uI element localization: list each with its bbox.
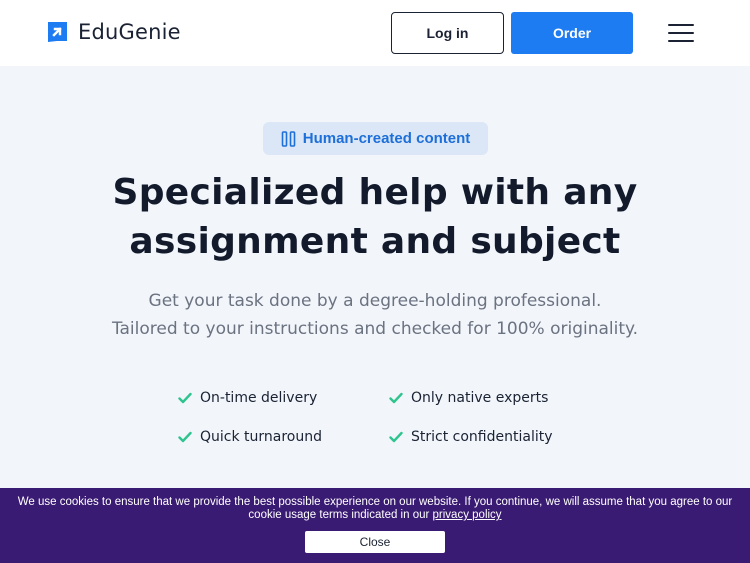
brand-logo[interactable]: EduGenie	[45, 20, 181, 44]
pencil-icon	[281, 130, 296, 147]
feature-label: Quick turnaround	[200, 429, 323, 445]
check-icon	[389, 392, 403, 404]
subhead-line-1: Get your task done by a degree-holding p…	[148, 291, 602, 311]
cookie-message: We use cookies to ensure that we provide…	[10, 496, 740, 522]
cookie-banner: We use cookies to ensure that we provide…	[0, 488, 750, 563]
brand-name: EduGenie	[78, 20, 181, 44]
headline-line-1: Specialized help with any	[112, 172, 638, 213]
feature-label: On-time delivery	[200, 390, 318, 406]
check-icon	[178, 431, 192, 443]
badge-label: Human-created content	[302, 130, 471, 147]
cookie-message-text: We use cookies to ensure that we provide…	[17, 496, 733, 521]
order-button[interactable]: Order	[511, 12, 633, 54]
headline-line-2: assignment and subject	[129, 221, 621, 262]
human-content-badge: Human-created content	[263, 122, 488, 155]
feature-item: Strict confidentiality	[389, 429, 553, 445]
hero-subheading: Get your task done by a degree-holding p…	[0, 287, 750, 343]
subhead-line-2: Tailored to your instructions and checke…	[111, 319, 639, 339]
feature-item: On-time delivery	[178, 390, 317, 406]
cookie-close-button[interactable]: Close	[305, 531, 445, 553]
feature-item: Only native experts	[389, 390, 548, 406]
hamburger-menu-icon[interactable]	[668, 22, 696, 44]
check-icon	[178, 392, 192, 404]
check-icon	[389, 431, 403, 443]
hero-headline: Specialized help with any assignment and…	[0, 168, 750, 266]
feature-label: Strict confidentiality	[411, 429, 553, 445]
feature-item: Quick turnaround	[178, 429, 322, 445]
logo-icon	[48, 22, 67, 42]
site-header: EduGenie Log in Order	[0, 0, 750, 66]
feature-label: Only native experts	[411, 390, 549, 406]
privacy-policy-link[interactable]: privacy policy	[433, 509, 502, 521]
login-button[interactable]: Log in	[391, 12, 504, 54]
